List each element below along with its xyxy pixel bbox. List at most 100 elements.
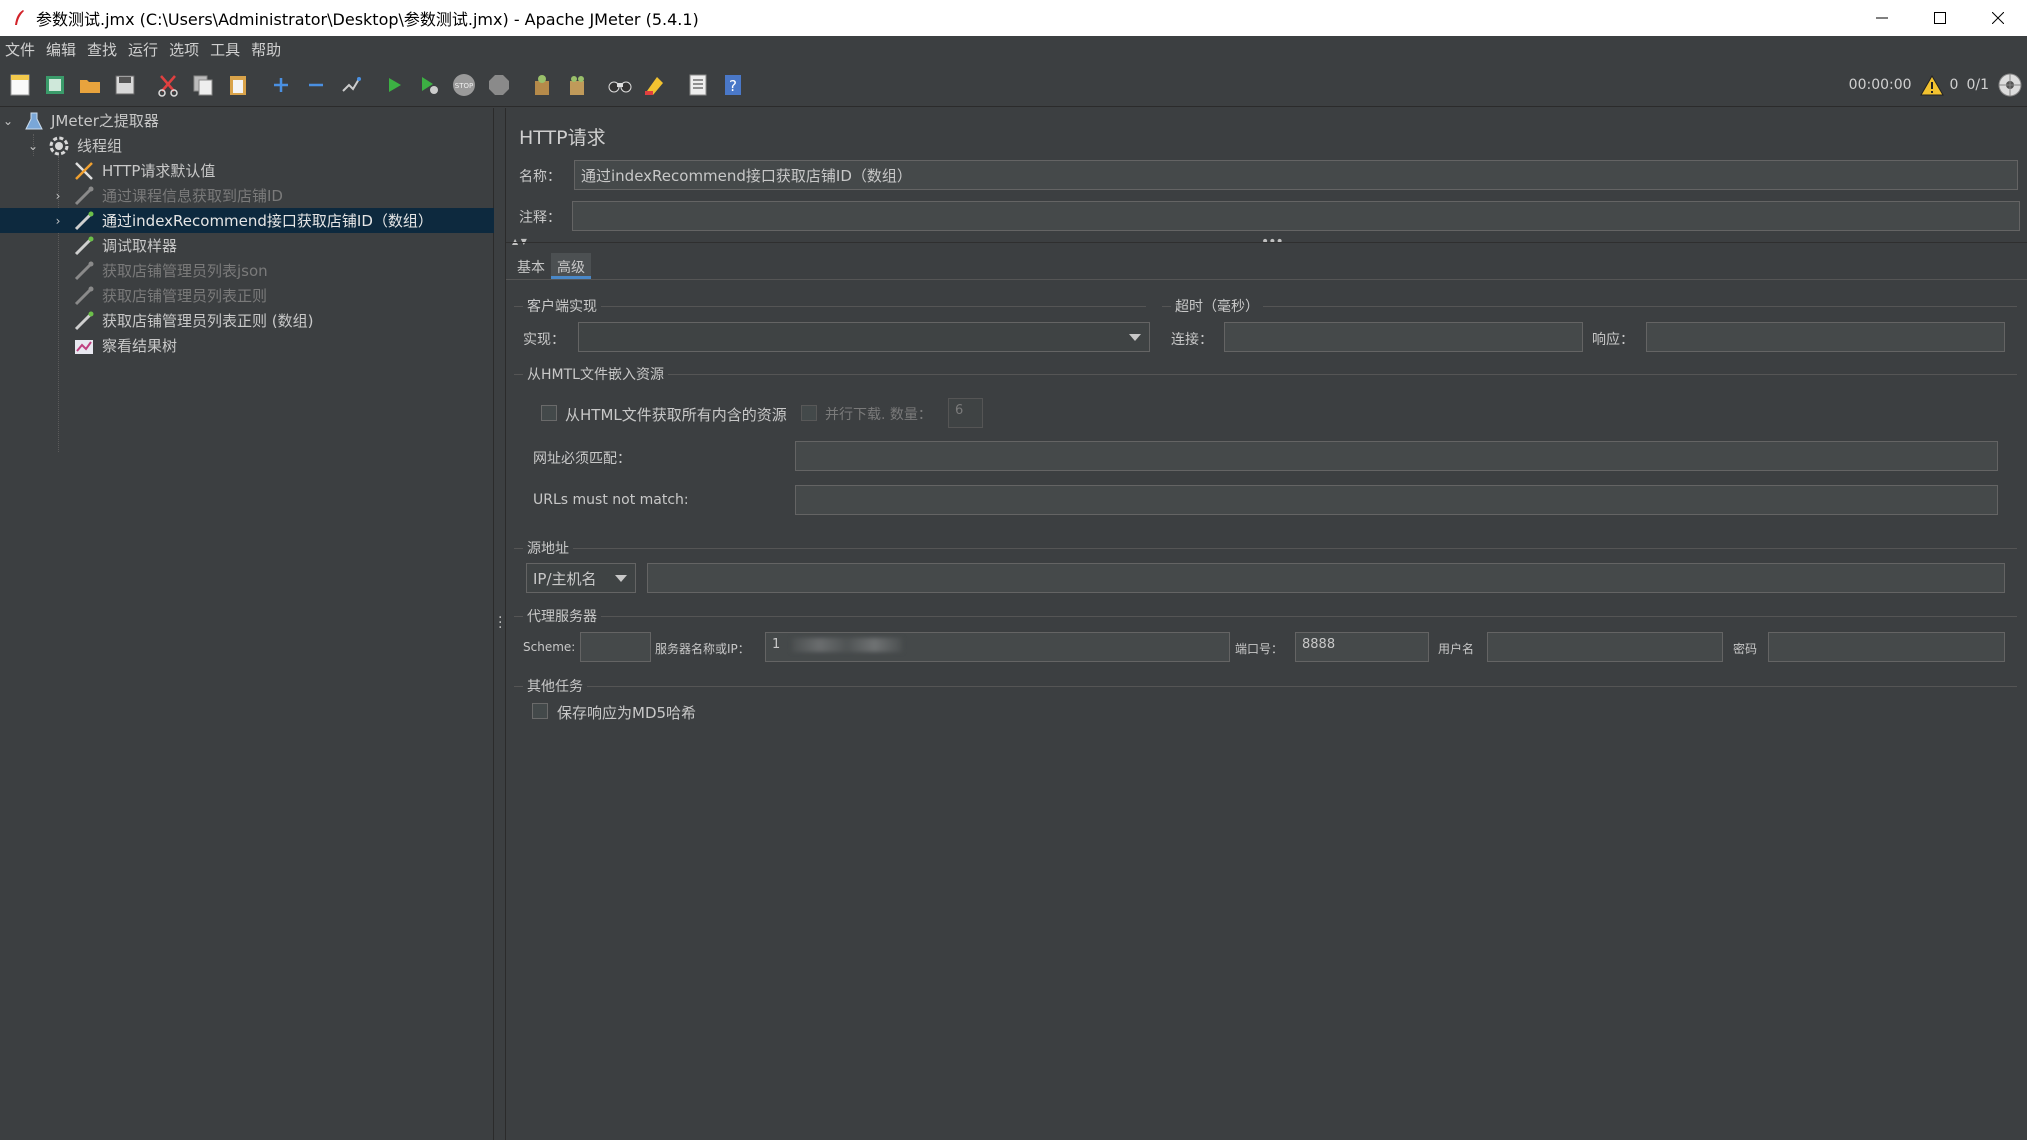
panel-splitter[interactable]: · · · <box>494 108 506 1140</box>
function-helper-icon[interactable] <box>683 70 713 100</box>
search-binoculars-icon[interactable] <box>605 70 635 100</box>
toolbar: STOP ? 00:00:00 0 0/1 <box>0 63 2027 107</box>
menu-help[interactable]: 帮助 <box>246 39 287 60</box>
test-plan-tree: ⌄ JMeter之提取器 ⌄ 线程组 HTTP请求默认值 › 通过课程信息获取到… <box>0 108 494 1140</box>
tab-advanced[interactable]: 高级 <box>551 253 591 279</box>
tree-item-http-defaults[interactable]: HTTP请求默认值 <box>0 158 494 183</box>
menu-file[interactable]: 文件 <box>0 39 41 60</box>
collapse-all-icon[interactable] <box>301 70 331 100</box>
flask-icon <box>22 109 46 133</box>
connect-timeout-label: 连接： <box>1171 332 1213 348</box>
source-address-field[interactable] <box>647 563 2005 593</box>
help-icon[interactable]: ? <box>718 70 748 100</box>
menu-options[interactable]: 选项 <box>164 39 205 60</box>
dropdown-arrow-icon <box>615 575 627 582</box>
start-icon[interactable] <box>379 70 409 100</box>
chevron-right-icon[interactable]: › <box>50 188 66 204</box>
drag-handle-icon[interactable]: · · · <box>498 611 502 635</box>
tree-item-sampler-course-shop[interactable]: › 通过课程信息获取到店铺ID <box>0 183 494 208</box>
proxy-port-label: 端口号： <box>1235 642 1284 656</box>
connect-timeout-field[interactable] <box>1224 322 1583 352</box>
stop-icon[interactable]: STOP <box>449 70 479 100</box>
cut-icon[interactable] <box>153 70 183 100</box>
proxy-user-label: 用户名 <box>1438 642 1475 656</box>
templates-icon[interactable] <box>40 70 70 100</box>
tree-item-admin-list-json[interactable]: 获取店铺管理员列表json <box>0 258 494 283</box>
other-tasks-section: 其他任务 <box>523 676 587 696</box>
error-count: 0 <box>1949 77 1959 93</box>
proxy-password-field[interactable] <box>1768 632 2005 662</box>
pipette-icon <box>72 284 96 308</box>
new-icon[interactable] <box>5 70 35 100</box>
menu-run[interactable]: 运行 <box>123 39 164 60</box>
redacted-blur <box>792 637 903 652</box>
proxy-server-field[interactable]: 1 <box>765 632 1230 662</box>
menu-edit[interactable]: 编辑 <box>41 39 82 60</box>
url-must-match-field[interactable] <box>795 441 1998 471</box>
tab-basic[interactable]: 基本 <box>511 253 551 279</box>
elapsed-timer: 00:00:00 <box>1848 77 1912 93</box>
svg-text:?: ? <box>729 77 737 95</box>
minimize-button[interactable] <box>1853 0 1911 36</box>
reset-search-icon[interactable] <box>640 70 670 100</box>
url-must-not-match-field[interactable] <box>795 485 1998 515</box>
menu-tools[interactable]: 工具 <box>205 39 246 60</box>
paste-icon[interactable] <box>223 70 253 100</box>
timeout-section: 超时（毫秒） <box>1171 296 1263 316</box>
shutdown-icon[interactable] <box>484 70 514 100</box>
scheme-label: Scheme: <box>523 640 576 654</box>
tree-item-debug-sampler[interactable]: 调试取样器 <box>0 233 494 258</box>
jmeter-feather-icon <box>8 7 30 29</box>
tree-item-thread-group[interactable]: ⌄ 线程组 <box>0 133 494 158</box>
proxy-port-field[interactable]: 8888 <box>1295 632 1429 662</box>
impl-select[interactable] <box>578 322 1150 352</box>
pipette-icon <box>72 234 96 258</box>
chart-icon <box>72 334 96 358</box>
window-title: 参数测试.jmx (C:\Users\Administrator\Desktop… <box>36 10 699 29</box>
md5-label: 保存响应为MD5哈希 <box>557 704 697 722</box>
gear-icon <box>47 134 71 158</box>
menu-search[interactable]: 查找 <box>82 39 123 60</box>
toggle-icon[interactable] <box>336 70 366 100</box>
copy-icon[interactable] <box>188 70 218 100</box>
maximize-button[interactable] <box>1911 0 1969 36</box>
source-type-value: IP/主机名 <box>533 570 597 588</box>
comment-field[interactable] <box>572 201 2020 231</box>
clear-all-icon[interactable] <box>562 70 592 100</box>
expand-all-icon[interactable] <box>266 70 296 100</box>
client-impl-section: 客户端实现 <box>523 296 601 316</box>
chevron-down-icon[interactable]: ⌄ <box>25 138 41 154</box>
warning-icon[interactable] <box>1919 74 1944 96</box>
tree-item-admin-list-regex-array[interactable]: 获取店铺管理员列表正则 (数组) <box>0 308 494 333</box>
remote-status-icon <box>1998 73 2022 97</box>
panel-title: HTTP请求 <box>519 127 606 149</box>
parallel-download-checkbox[interactable] <box>801 405 817 421</box>
thread-count: 0/1 <box>1966 77 1989 93</box>
dropdown-arrow-icon <box>1129 334 1141 341</box>
title-bar: 参数测试.jmx (C:\Users\Administrator\Desktop… <box>0 0 2027 36</box>
open-icon[interactable] <box>75 70 105 100</box>
clear-icon[interactable] <box>527 70 557 100</box>
name-field[interactable]: 通过indexRecommend接口获取店铺ID（数组） <box>574 160 2018 190</box>
proxy-user-field[interactable] <box>1487 632 1723 662</box>
tree-item-admin-list-regex[interactable]: 获取店铺管理员列表正则 <box>0 283 494 308</box>
chevron-right-icon[interactable]: › <box>50 213 66 229</box>
save-icon[interactable] <box>110 70 140 100</box>
response-timeout-field[interactable] <box>1646 322 2005 352</box>
start-no-pauses-icon[interactable] <box>414 70 444 100</box>
scheme-field[interactable] <box>580 632 651 662</box>
tree-item-test-plan[interactable]: ⌄ JMeter之提取器 <box>0 108 494 133</box>
proxy-server-value: 1 <box>772 637 781 652</box>
chevron-down-icon[interactable]: ⌄ <box>0 113 16 129</box>
retrieve-resources-checkbox[interactable] <box>541 405 557 421</box>
embedded-resources-section: 从HMTL文件嵌入资源 <box>523 364 668 384</box>
md5-checkbox[interactable] <box>532 703 548 719</box>
close-button[interactable] <box>1969 0 2027 36</box>
url-must-not-match-label: URLs must not match: <box>533 492 689 508</box>
source-address-section: 源地址 <box>523 538 573 558</box>
tree-item-sampler-index-recommend[interactable]: › 通过indexRecommend接口获取店铺ID（数组） <box>0 208 494 233</box>
parallel-count-field[interactable]: 6 <box>948 398 983 428</box>
source-type-select[interactable]: IP/主机名 <box>526 563 636 593</box>
tree-item-results-tree[interactable]: 察看结果树 <box>0 333 494 358</box>
name-label: 名称： <box>519 169 561 185</box>
